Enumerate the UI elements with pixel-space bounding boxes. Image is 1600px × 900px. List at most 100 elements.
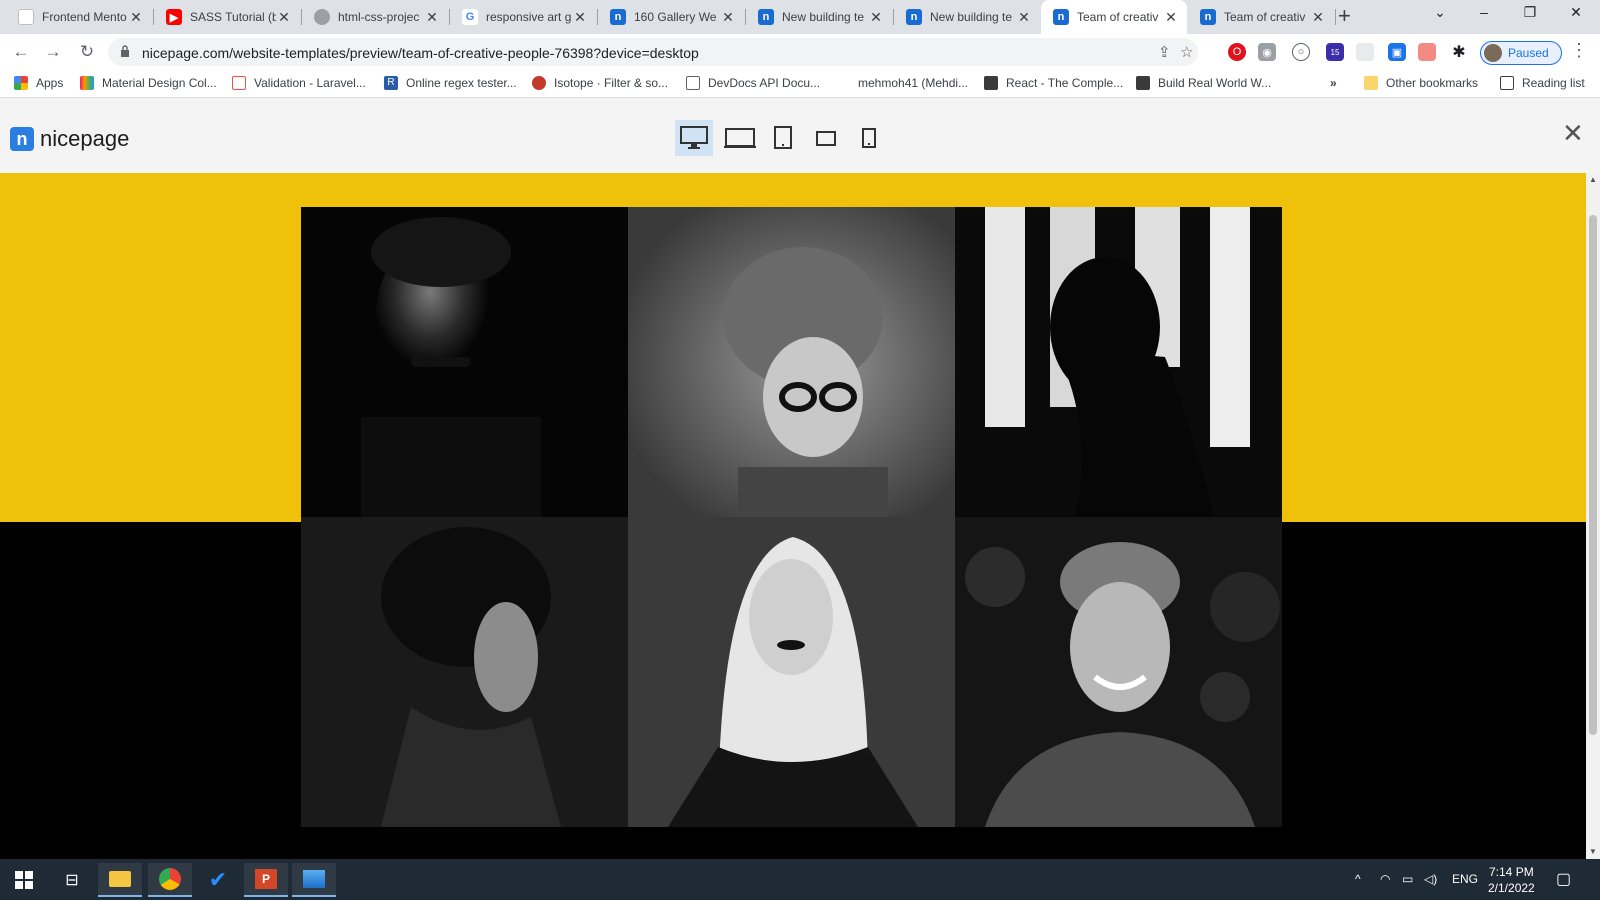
photos-logo-icon: [303, 870, 325, 888]
powerpoint-taskbar-icon[interactable]: P: [244, 863, 288, 897]
camera-extension-icon[interactable]: ◉: [1258, 43, 1276, 61]
bookmark-devdocs[interactable]: DevDocs API Docu...: [686, 76, 820, 90]
academic-extension-icon[interactable]: 15: [1326, 43, 1344, 61]
tab-new-building-2[interactable]: n New building te ✕: [894, 0, 1040, 34]
tab-frontend-mentor[interactable]: Frontend Mento ✕: [6, 0, 152, 34]
portrait-image: [955, 207, 1282, 517]
notification-center-icon[interactable]: ▢: [1556, 869, 1571, 889]
window-close-button[interactable]: ✕: [1564, 4, 1588, 21]
puzzle-extensions-icon[interactable]: ✱: [1450, 43, 1468, 61]
tray-overflow-chevron-icon[interactable]: ^: [1355, 872, 1361, 886]
screen-capture-extension-icon[interactable]: ▣: [1388, 43, 1406, 61]
bookmark-isotope[interactable]: Isotope · Filter & so...: [532, 76, 668, 90]
bookmark-apps[interactable]: Apps: [14, 76, 63, 90]
reload-icon[interactable]: ↻: [76, 41, 98, 63]
more-bookmarks-chevron[interactable]: »: [1330, 76, 1337, 90]
volume-icon[interactable]: ◁): [1424, 872, 1437, 886]
team-photo-5[interactable]: [628, 517, 955, 827]
close-icon[interactable]: ✕: [128, 9, 144, 26]
clock-date: 2/1/2022: [1488, 881, 1535, 895]
profile-button[interactable]: Paused: [1480, 41, 1562, 65]
close-preview-icon[interactable]: ✕: [1562, 118, 1584, 149]
minimize-button[interactable]: –: [1472, 4, 1496, 20]
close-icon[interactable]: ✕: [1016, 9, 1032, 26]
task-view-icon[interactable]: ⊟: [50, 863, 94, 897]
file-explorer-icon[interactable]: [98, 863, 142, 897]
new-tab-button[interactable]: +: [1338, 5, 1351, 27]
bookmark-mehmoh41[interactable]: mehmoh41 (Mehdi...: [836, 76, 968, 90]
team-photo-6[interactable]: [955, 517, 1282, 827]
back-arrow-icon[interactable]: ←: [10, 41, 32, 63]
team-photo-3[interactable]: [955, 207, 1282, 517]
bookmark-laravel-validation[interactable]: Validation - Laravel...: [232, 76, 366, 90]
language-indicator[interactable]: ENG: [1452, 872, 1478, 886]
bookmark-star-icon[interactable]: ☆: [1180, 43, 1193, 61]
browser-toolbar: ← → ↻ nicepage.com/website-templates/pre…: [0, 34, 1600, 70]
chrome-taskbar-icon[interactable]: [148, 863, 192, 897]
photos-taskbar-icon[interactable]: [292, 863, 336, 897]
restore-button[interactable]: ❐: [1518, 4, 1542, 21]
tab-search-chevron-icon[interactable]: ⌄: [1428, 4, 1452, 21]
address-bar[interactable]: nicepage.com/website-templates/preview/t…: [108, 38, 1198, 66]
browser-tab-strip: Frontend Mento ✕ ▶ SASS Tutorial (b ✕ ht…: [0, 0, 1600, 34]
system-clock[interactable]: 7:14 PM 2/1/2022: [1488, 864, 1535, 896]
wifi-icon[interactable]: ◠: [1380, 872, 1390, 886]
opera-extension-icon[interactable]: O: [1228, 43, 1246, 61]
scroll-up-arrow-icon[interactable]: ▲: [1589, 175, 1597, 184]
palette-icon: [80, 76, 94, 90]
battery-icon[interactable]: ▭: [1402, 872, 1413, 886]
grid-extension-icon[interactable]: [1356, 43, 1374, 61]
scrollbar-thumb[interactable]: [1589, 215, 1597, 735]
device-laptop-button[interactable]: [721, 120, 759, 156]
bookmark-label: Reading list: [1522, 76, 1585, 90]
share-icon[interactable]: ⇪: [1158, 43, 1171, 61]
tab-team-of-creative[interactable]: n Team of creativ ✕: [1188, 0, 1334, 34]
close-icon[interactable]: ✕: [424, 9, 440, 26]
tab-google-search[interactable]: G responsive art g ✕: [450, 0, 596, 34]
device-tablet-landscape-button[interactable]: [807, 120, 845, 156]
template-preview-area: [0, 173, 1586, 859]
device-desktop-button[interactable]: [675, 120, 713, 156]
vscode-taskbar-icon[interactable]: ✔: [196, 863, 240, 897]
close-icon[interactable]: ✕: [868, 9, 884, 26]
tab-new-building-1[interactable]: n New building te ✕: [746, 0, 892, 34]
tab-sass-tutorial[interactable]: ▶ SASS Tutorial (b ✕: [154, 0, 300, 34]
close-icon[interactable]: ✕: [572, 9, 588, 26]
bookmark-other[interactable]: Other bookmarks: [1364, 76, 1478, 90]
close-icon[interactable]: ✕: [1163, 9, 1179, 26]
start-button[interactable]: [2, 863, 46, 897]
address-url[interactable]: nicepage.com/website-templates/preview/t…: [142, 45, 699, 61]
menu-kebab-icon[interactable]: ⋮: [1570, 40, 1588, 61]
scroll-down-arrow-icon[interactable]: ▼: [1589, 847, 1597, 856]
reading-list-icon: [1500, 76, 1514, 90]
bookmark-label: DevDocs API Docu...: [708, 76, 821, 90]
tab-title: Team of creativ: [1077, 10, 1159, 24]
nicepage-logo[interactable]: n nicepage: [10, 126, 129, 152]
device-tablet-button[interactable]: [764, 120, 802, 156]
bookmark-build-real-world[interactable]: Build Real World W...: [1136, 76, 1271, 90]
bookmark-material-design[interactable]: Material Design Col...: [80, 76, 217, 90]
tab-title: Frontend Mento: [42, 10, 127, 24]
team-photo-2[interactable]: [628, 207, 955, 517]
team-photo-1[interactable]: [301, 207, 628, 517]
close-icon[interactable]: ✕: [720, 9, 736, 26]
tab-team-of-creative-active[interactable]: n Team of creativ ✕: [1041, 0, 1187, 34]
bookmark-regex-tester[interactable]: R Online regex tester...: [384, 76, 517, 90]
bookmark-reading-list[interactable]: Reading list: [1500, 76, 1585, 90]
forward-arrow-icon[interactable]: →: [42, 41, 64, 63]
device-mobile-button[interactable]: [850, 120, 888, 156]
calendar-extension-icon[interactable]: [1418, 43, 1436, 61]
nicepage-icon: n: [1200, 9, 1216, 25]
tab-title: responsive art g: [486, 10, 572, 24]
bookmark-label: Other bookmarks: [1386, 76, 1479, 90]
team-photo-4[interactable]: [301, 517, 628, 827]
tab-html-css-projects[interactable]: html-css-projec ✕: [302, 0, 448, 34]
page-scrollbar[interactable]: ▲ ▼: [1586, 173, 1600, 859]
bookmarks-bar: Apps Material Design Col... Validation -…: [0, 70, 1600, 98]
close-icon[interactable]: ✕: [276, 9, 292, 26]
bookmark-react-complete[interactable]: React - The Comple...: [984, 76, 1123, 90]
mobile-phone-icon: [862, 128, 876, 148]
vpn-extension-icon[interactable]: ○: [1292, 43, 1310, 61]
tab-gallery[interactable]: n 160 Gallery We ✕: [598, 0, 744, 34]
close-icon[interactable]: ✕: [1310, 9, 1326, 26]
